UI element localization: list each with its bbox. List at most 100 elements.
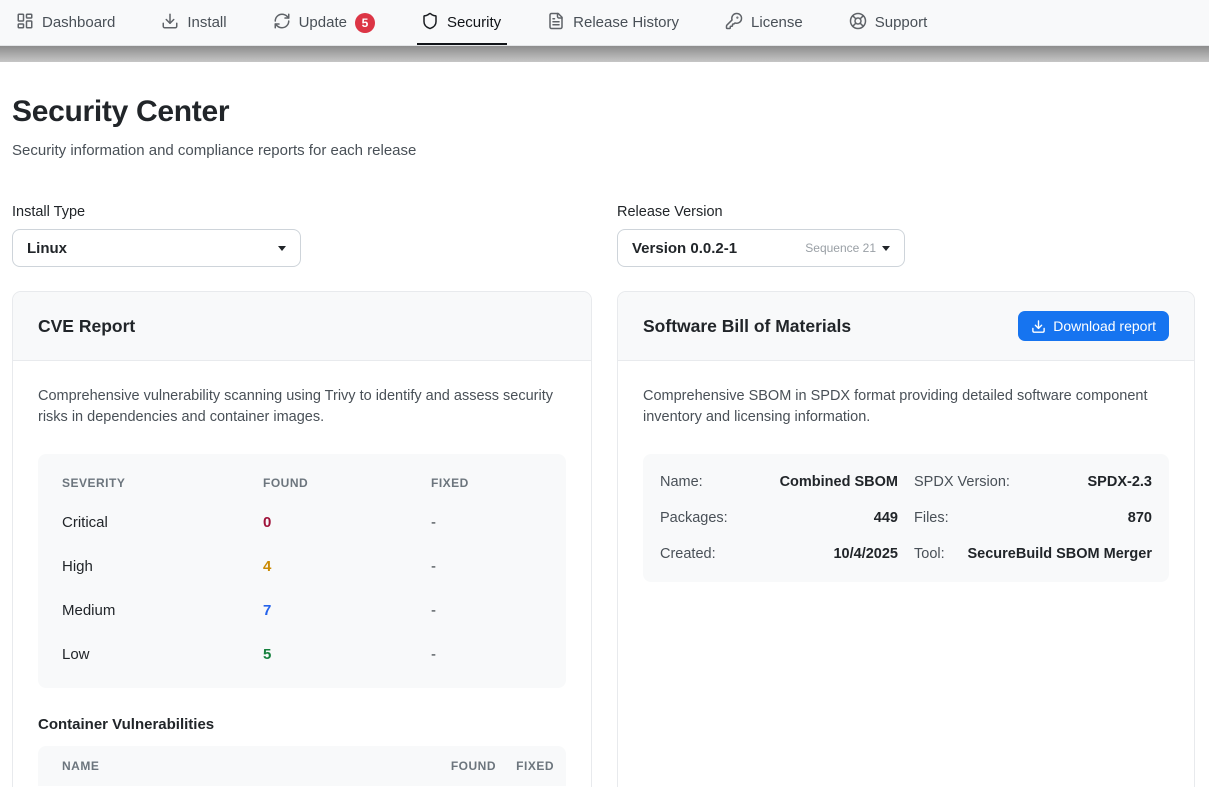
sbom-description: Comprehensive SBOM in SPDX format provid… bbox=[643, 386, 1169, 428]
sbom-card-title: Software Bill of Materials bbox=[643, 316, 851, 337]
found-col-header: FOUND bbox=[263, 476, 431, 490]
install-type-label: Install Type bbox=[12, 204, 592, 220]
found-value: 7 bbox=[263, 602, 431, 619]
nav-item-support[interactable]: Support bbox=[849, 0, 928, 45]
fixed-value: - bbox=[431, 646, 542, 663]
install-type-select[interactable]: Linux bbox=[12, 229, 301, 267]
download-icon bbox=[1031, 319, 1046, 334]
found-value: 0 bbox=[263, 514, 431, 531]
sbom-info-row: Created: 10/4/2025 Tool: SecureBuild SBO… bbox=[660, 536, 1152, 572]
info-value: 870 bbox=[1128, 510, 1152, 526]
page-title: Security Center bbox=[12, 95, 1195, 129]
info-value: Combined SBOM bbox=[780, 474, 898, 490]
table-row: Critical 0 - bbox=[38, 500, 566, 544]
download-icon bbox=[161, 12, 179, 34]
info-label: Name: bbox=[660, 474, 703, 490]
sbom-info-row: Packages: 449 Files: 870 bbox=[660, 500, 1152, 536]
nav-item-release-history[interactable]: Release History bbox=[547, 0, 679, 45]
sbom-info-cell: Packages: 449 bbox=[660, 500, 898, 536]
sbom-info-cell: Tool: SecureBuild SBOM Merger bbox=[914, 536, 1152, 572]
nav-label: License bbox=[751, 14, 803, 31]
severity-table: SEVERITY FOUND FIXED Critical 0 - High 4… bbox=[38, 454, 566, 688]
download-report-label: Download report bbox=[1053, 318, 1156, 334]
key-icon bbox=[725, 12, 743, 34]
shield-icon bbox=[421, 12, 439, 34]
nav-item-update[interactable]: Update 5 bbox=[273, 0, 375, 45]
nav-item-install[interactable]: Install bbox=[161, 0, 226, 45]
nav-label: Update bbox=[299, 14, 347, 31]
nav-item-license[interactable]: License bbox=[725, 0, 803, 45]
release-version-label: Release Version bbox=[617, 204, 1195, 220]
page-subtitle: Security information and compliance repo… bbox=[12, 142, 1195, 159]
severity-label: Low bbox=[62, 646, 263, 663]
sbom-info-row: Name: Combined SBOM SPDX Version: SPDX-2… bbox=[660, 464, 1152, 500]
nav-item-dashboard[interactable]: Dashboard bbox=[16, 0, 115, 45]
sequence-wrap: Sequence 21 bbox=[805, 241, 890, 255]
nav-label: Release History bbox=[573, 14, 679, 31]
sbom-info-cell: Created: 10/4/2025 bbox=[660, 536, 898, 572]
severity-label: High bbox=[62, 558, 263, 575]
table-row: High 4 - bbox=[38, 544, 566, 588]
table-row: Low 5 - bbox=[38, 632, 566, 676]
cards-row: CVE Report Comprehensive vulnerability s… bbox=[12, 291, 1195, 787]
fixed-value: - bbox=[431, 514, 542, 531]
release-version-value: Version 0.0.2-1 bbox=[632, 240, 737, 257]
nav-label: Support bbox=[875, 14, 928, 31]
install-type-value: Linux bbox=[27, 240, 67, 257]
sequence-label: Sequence 21 bbox=[805, 241, 876, 255]
sbom-card-body: Comprehensive SBOM in SPDX format provid… bbox=[618, 361, 1194, 607]
chevron-down-icon bbox=[882, 246, 890, 251]
container-vulnerabilities-table-header: NAME FOUND FIXED bbox=[38, 746, 566, 786]
fixed-col-header: FIXED bbox=[496, 759, 554, 773]
info-label: Packages: bbox=[660, 510, 728, 526]
sbom-info-grid: Name: Combined SBOM SPDX Version: SPDX-2… bbox=[643, 454, 1169, 582]
main-content: Security Center Security information and… bbox=[0, 95, 1209, 787]
sbom-info-cell: SPDX Version: SPDX-2.3 bbox=[914, 464, 1152, 500]
top-nav: Dashboard Install Update 5 Security Rele… bbox=[0, 0, 1209, 46]
fixed-value: - bbox=[431, 602, 542, 619]
sbom-info-cell: Files: 870 bbox=[914, 500, 1152, 536]
found-value: 4 bbox=[263, 558, 431, 575]
severity-col-header: SEVERITY bbox=[62, 476, 263, 490]
found-value: 5 bbox=[263, 646, 431, 663]
release-version-filter: Release Version Version 0.0.2-1 Sequence… bbox=[617, 204, 1195, 267]
info-value: SPDX-2.3 bbox=[1088, 474, 1152, 490]
sbom-info-cell: Name: Combined SBOM bbox=[660, 464, 898, 500]
page-scroll-band bbox=[0, 46, 1209, 62]
chevron-down-icon bbox=[278, 246, 286, 251]
fixed-col-header: FIXED bbox=[431, 476, 542, 490]
cve-card-body: Comprehensive vulnerability scanning usi… bbox=[13, 361, 591, 787]
info-label: Created: bbox=[660, 546, 716, 562]
fixed-value: - bbox=[431, 558, 542, 575]
sbom-card-header: Software Bill of Materials Download repo… bbox=[618, 292, 1194, 361]
info-label: Tool: bbox=[914, 546, 945, 562]
name-col-header: NAME bbox=[62, 759, 421, 773]
dashboard-icon bbox=[16, 12, 34, 34]
nav-label: Dashboard bbox=[42, 14, 115, 31]
refresh-icon bbox=[273, 12, 291, 34]
info-value: 10/4/2025 bbox=[833, 546, 898, 562]
nav-item-security[interactable]: Security bbox=[421, 0, 501, 45]
life-buoy-icon bbox=[849, 12, 867, 34]
severity-label: Medium bbox=[62, 602, 263, 619]
table-row: Medium 7 - bbox=[38, 588, 566, 632]
download-report-button[interactable]: Download report bbox=[1018, 311, 1169, 341]
release-version-select[interactable]: Version 0.0.2-1 Sequence 21 bbox=[617, 229, 905, 267]
nav-label: Install bbox=[187, 14, 226, 31]
cve-description: Comprehensive vulnerability scanning usi… bbox=[38, 386, 566, 428]
info-value: SecureBuild SBOM Merger bbox=[967, 546, 1152, 562]
info-label: SPDX Version: bbox=[914, 474, 1010, 490]
severity-table-header: SEVERITY FOUND FIXED bbox=[38, 466, 566, 500]
info-value: 449 bbox=[874, 510, 898, 526]
cve-card-header: CVE Report bbox=[13, 292, 591, 361]
nav-label: Security bbox=[447, 14, 501, 31]
container-vulnerabilities-title: Container Vulnerabilities bbox=[38, 716, 566, 733]
update-count-badge: 5 bbox=[355, 13, 375, 33]
found-col-header: FOUND bbox=[421, 759, 496, 773]
severity-label: Critical bbox=[62, 514, 263, 531]
install-type-filter: Install Type Linux bbox=[12, 204, 592, 267]
info-label: Files: bbox=[914, 510, 949, 526]
cve-card-title: CVE Report bbox=[38, 316, 135, 337]
cve-report-card: CVE Report Comprehensive vulnerability s… bbox=[12, 291, 592, 787]
filters-row: Install Type Linux Release Version Versi… bbox=[12, 204, 1195, 267]
